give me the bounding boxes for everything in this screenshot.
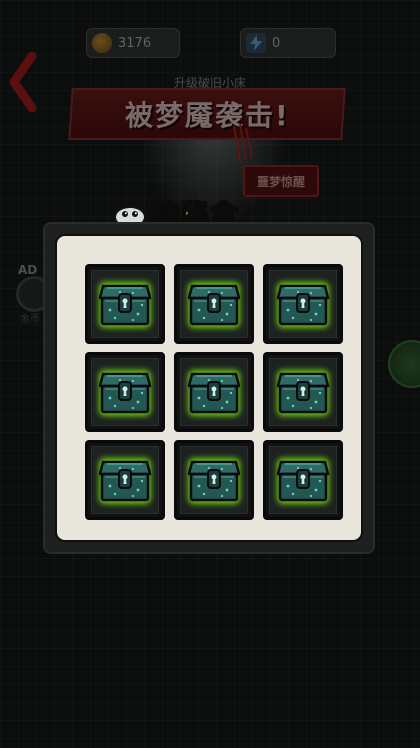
chest-slot-inner bbox=[91, 270, 159, 338]
chest-slot-inner bbox=[180, 446, 248, 514]
energy-value: 0 bbox=[272, 35, 281, 51]
chest-slot-9[interactable] bbox=[263, 440, 343, 520]
mystery-box-dialog bbox=[45, 224, 373, 552]
attack-banner: 被梦魇袭击! bbox=[68, 88, 346, 140]
chest-grid bbox=[85, 264, 343, 520]
dialog-panel bbox=[55, 234, 363, 542]
treasure-chest-icon bbox=[98, 282, 152, 328]
treasure-chest-icon bbox=[276, 282, 330, 328]
nightmare-wake-button[interactable]: 噩梦惊醒 bbox=[243, 165, 319, 197]
chest-slot-inner bbox=[180, 358, 248, 426]
treasure-chest-icon bbox=[276, 370, 330, 416]
chest-slot-inner bbox=[269, 446, 337, 514]
coin-icon bbox=[92, 33, 112, 53]
treasure-chest-icon bbox=[276, 458, 330, 504]
treasure-chest-icon bbox=[98, 458, 152, 504]
chest-slot-2[interactable] bbox=[174, 264, 254, 344]
chest-slot-5[interactable] bbox=[174, 352, 254, 432]
chest-slot-6[interactable] bbox=[263, 352, 343, 432]
chest-slot-1[interactable] bbox=[85, 264, 165, 344]
chest-slot-inner bbox=[91, 446, 159, 514]
chest-slot-3[interactable] bbox=[263, 264, 343, 344]
coin-value: 3176 bbox=[118, 35, 152, 51]
chest-slot-inner bbox=[91, 358, 159, 426]
treasure-chest-icon bbox=[187, 282, 241, 328]
ad-sub-label: 金币 bbox=[20, 314, 40, 325]
lightning-icon bbox=[246, 33, 266, 53]
chest-slot-inner bbox=[269, 358, 337, 426]
ghost-mascot-icon bbox=[114, 206, 146, 227]
chest-slot-8[interactable] bbox=[174, 440, 254, 520]
chest-slot-inner bbox=[180, 270, 248, 338]
claw-mark-icon bbox=[233, 124, 253, 163]
side-action-button[interactable] bbox=[388, 340, 420, 388]
treasure-chest-icon bbox=[98, 370, 152, 416]
chest-slot-inner bbox=[269, 270, 337, 338]
ad-label: AD bbox=[18, 263, 38, 277]
attack-banner-text: 被梦魇袭击! bbox=[124, 99, 290, 132]
treasure-chest-icon bbox=[187, 458, 241, 504]
treasure-chest-icon bbox=[187, 370, 241, 416]
chest-slot-4[interactable] bbox=[85, 352, 165, 432]
energy-counter: 0 bbox=[240, 28, 336, 58]
chest-slot-7[interactable] bbox=[85, 440, 165, 520]
coin-counter: 3176 bbox=[86, 28, 180, 58]
